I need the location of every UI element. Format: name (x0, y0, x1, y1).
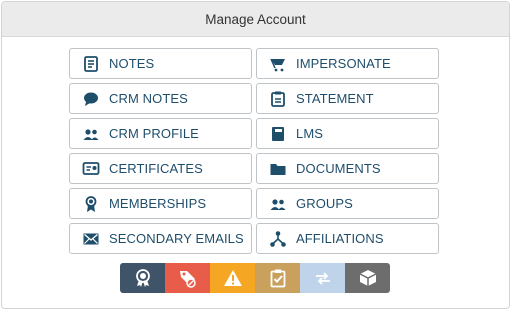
memberships-label: MEMBERSHIPS (109, 196, 207, 211)
quick-action-strip (120, 263, 390, 293)
groups-button[interactable]: GROUPS (256, 188, 439, 219)
transfer-icon (315, 272, 330, 285)
certificates-label: CERTIFICATES (109, 161, 203, 176)
panel-header: Manage Account (2, 2, 509, 37)
box-icon (359, 270, 376, 286)
statement-label: STATEMENT (296, 91, 374, 106)
crm-notes-label: CRM NOTES (109, 91, 188, 106)
clipboard-check-button[interactable] (255, 263, 300, 293)
users-icon (82, 125, 100, 143)
tag-button[interactable] (165, 263, 210, 293)
lms-label: LMS (296, 126, 324, 141)
documents-label: DOCUMENTS (296, 161, 381, 176)
panel-title: Manage Account (205, 11, 306, 27)
badge-button[interactable] (120, 263, 165, 293)
notes-button[interactable]: NOTES (69, 48, 252, 79)
book-icon (269, 125, 287, 143)
affiliations-button[interactable]: AFFILIATIONS (256, 223, 439, 254)
impersonate-label: IMPERSONATE (296, 56, 391, 71)
affiliations-icon (269, 230, 287, 248)
notes-label: NOTES (109, 56, 155, 71)
crm-profile-label: CRM PROFILE (109, 126, 199, 141)
clipboard-check-icon (270, 269, 285, 288)
warning-icon (223, 270, 242, 286)
box-button[interactable] (345, 263, 390, 293)
chat-bubble-icon (82, 90, 100, 108)
action-button-grid: NOTES IMPERSONATE CRM NOTES STATEMENT CR… (69, 48, 439, 254)
folder-icon (269, 160, 287, 178)
certificates-button[interactable]: CERTIFICATES (69, 153, 252, 184)
secondary-emails-button[interactable]: SECONDARY EMAILS (69, 223, 252, 254)
impersonate-button[interactable]: IMPERSONATE (256, 48, 439, 79)
groups-label: GROUPS (296, 196, 353, 211)
certificate-icon (82, 160, 100, 178)
notes-icon (82, 55, 100, 73)
tag-icon (179, 271, 196, 288)
warning-button[interactable] (210, 263, 255, 293)
affiliations-label: AFFILIATIONS (296, 231, 384, 246)
documents-button[interactable]: DOCUMENTS (256, 153, 439, 184)
secondary-emails-label: SECONDARY EMAILS (109, 231, 244, 246)
crm-profile-button[interactable]: CRM PROFILE (69, 118, 252, 149)
statement-button[interactable]: STATEMENT (256, 83, 439, 114)
impersonate-icon (269, 55, 287, 73)
transfer-button[interactable] (300, 263, 345, 293)
crm-notes-button[interactable]: CRM NOTES (69, 83, 252, 114)
award-ribbon-icon (82, 195, 100, 213)
statement-icon (269, 90, 287, 108)
memberships-button[interactable]: MEMBERSHIPS (69, 188, 252, 219)
lms-button[interactable]: LMS (256, 118, 439, 149)
badge-icon (135, 269, 150, 287)
group-icon (269, 195, 287, 213)
envelope-icon (82, 230, 100, 248)
